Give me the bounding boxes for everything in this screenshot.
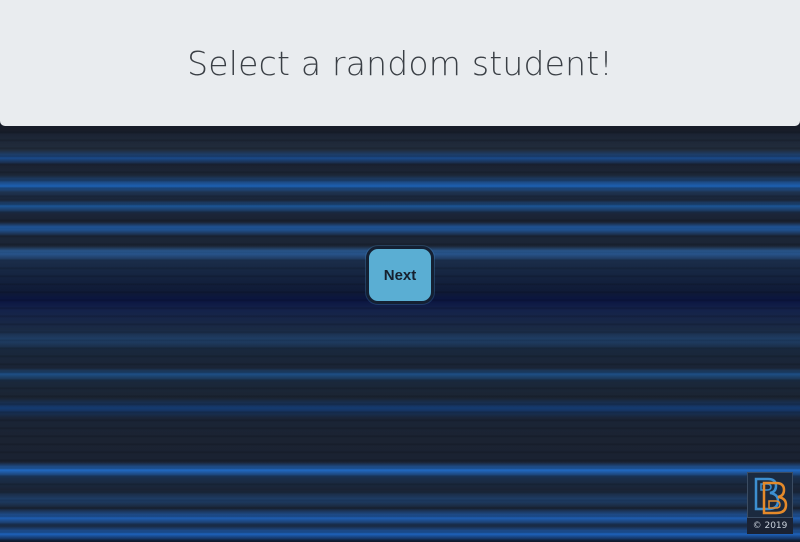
next-button-label: Next	[383, 266, 417, 284]
bb-logo-icon	[747, 472, 793, 518]
next-button[interactable]: Next	[366, 246, 434, 304]
app-root: { "header": { "title": "Select a random …	[0, 0, 800, 542]
striped-background	[0, 126, 800, 542]
page-title: Select a random student!	[187, 43, 613, 83]
header-banner: Select a random student!	[0, 0, 800, 126]
copyright-text: © 2019	[747, 518, 793, 534]
